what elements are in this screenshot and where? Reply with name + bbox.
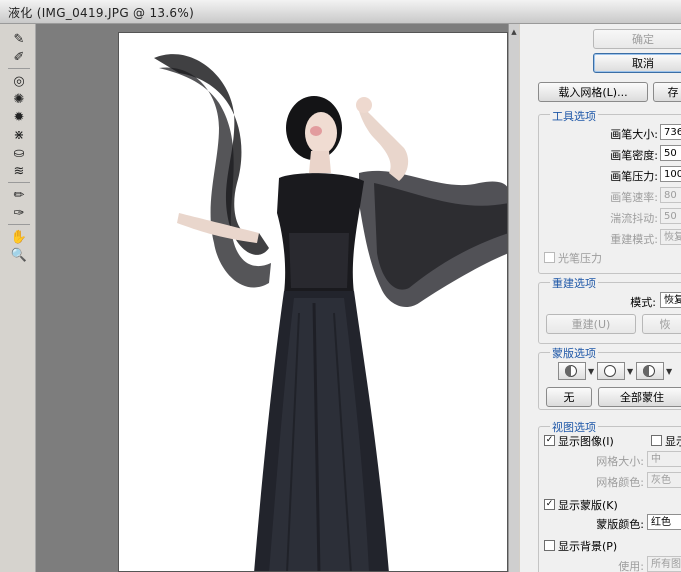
freeze-mask-glyph: ✏	[13, 187, 25, 203]
show-mesh-label: 显示	[665, 435, 681, 448]
raised-arm	[359, 108, 409, 181]
brush-pressure-label: 画笔压力:	[610, 170, 658, 183]
show-mesh-checkbox[interactable]	[651, 435, 662, 446]
reconstruct-mode-select-2[interactable]: 恢复	[660, 292, 681, 308]
freeze-mask-tool-icon[interactable]: ✏	[9, 186, 29, 204]
mask-color-label: 蒙版颜色:	[596, 518, 644, 531]
raised-hand	[356, 97, 372, 113]
show-image-checkbox[interactable]: ✓	[544, 435, 555, 446]
brush-rate-label: 画笔速率:	[610, 191, 658, 204]
turbulence-glyph: ≋	[13, 163, 25, 179]
mesh-color-label: 网格颜色:	[596, 476, 644, 489]
bloat-glyph: ✹	[13, 109, 25, 125]
toolbox: ✎ ✐ ◎ ✺ ✹ ⋇ ⛀ ≋ ✏ ✑ ✋ 🔍	[0, 24, 36, 572]
tool-options-title: 工具选项	[550, 108, 598, 124]
brush-size-input[interactable]: 736	[660, 124, 681, 140]
push-left-tool-icon[interactable]: ⋇	[9, 126, 29, 144]
reconstruct-button[interactable]: 重建(U)	[546, 314, 636, 334]
mask-subtract-button[interactable]	[636, 362, 664, 380]
image-canvas[interactable]	[118, 32, 508, 572]
reconstruct-mode-label-2: 模式:	[630, 296, 656, 309]
ok-button[interactable]: 确定	[593, 29, 681, 49]
use-select[interactable]: 所有图	[647, 556, 681, 572]
twirl-glyph: ◎	[13, 73, 25, 89]
pucker-tool-icon[interactable]: ✺	[9, 90, 29, 108]
zoom-glyph: 🔍	[10, 247, 28, 263]
turbulent-jitter-label: 湍流抖动:	[610, 212, 658, 225]
options-panel: 确定 取消 载入网格(L)... 存 工具选项 画笔大小: 736 画笔密度: …	[520, 24, 681, 572]
mask-subtract-fill	[643, 365, 649, 377]
mesh-color-select[interactable]: 灰色	[647, 472, 681, 488]
preview-area[interactable]	[36, 24, 519, 572]
reconstruct-options-title: 重建选项	[550, 275, 598, 291]
turbulence-tool-icon[interactable]: ≋	[9, 162, 29, 180]
toolbox-separator	[8, 68, 30, 69]
reconstruct-mode-label: 重建模式:	[610, 233, 658, 246]
face-makeup	[310, 126, 322, 136]
reconstruct-glyph: ✐	[13, 49, 25, 65]
twirl-clockwise-tool-icon[interactable]: ◎	[9, 72, 29, 90]
toolbox-separator	[8, 182, 30, 183]
bloat-tool-icon[interactable]: ✹	[9, 108, 29, 126]
mask-none-button[interactable]: 无	[546, 387, 592, 407]
stylus-pressure-label: 光笔压力	[558, 252, 602, 265]
mask-replace-button[interactable]	[558, 362, 586, 380]
toolbox-separator	[8, 224, 30, 225]
thaw-mask-tool-icon[interactable]: ✑	[9, 204, 29, 222]
hand-tool-icon[interactable]: ✋	[9, 228, 29, 246]
turbulent-jitter-input[interactable]: 50	[660, 208, 681, 224]
zoom-tool-icon[interactable]: 🔍	[9, 246, 29, 264]
mask-options-title: 蒙版选项	[550, 345, 598, 361]
mask-replace-fill	[565, 365, 571, 377]
title-bar: 液化 (IMG_0419.JPG @ 13.6%)	[0, 0, 681, 24]
brush-pressure-input[interactable]: 100	[660, 166, 681, 182]
mask-subtract-dropdown-icon[interactable]: ▼	[666, 367, 672, 376]
thaw-mask-glyph: ✑	[13, 205, 25, 221]
dancer-photo[interactable]	[119, 33, 508, 572]
cancel-button[interactable]: 取消	[593, 53, 681, 73]
scroll-up-arrow-icon[interactable]: ▲	[510, 28, 518, 36]
brush-density-label: 画笔密度:	[610, 149, 658, 162]
brush-size-label: 画笔大小:	[610, 128, 658, 141]
lace-pattern	[289, 233, 349, 288]
load-mesh-button[interactable]: 载入网格(L)...	[538, 82, 648, 102]
save-mesh-button[interactable]: 存	[653, 82, 681, 102]
mesh-size-select[interactable]: 中	[647, 451, 681, 467]
forward-warp-glyph: ✎	[13, 31, 25, 47]
pucker-glyph: ✺	[13, 91, 25, 107]
hand-glyph: ✋	[10, 229, 28, 245]
show-mask-checkbox[interactable]: ✓	[544, 499, 555, 510]
window-title: 液化 (IMG_0419.JPG @ 13.6%)	[8, 6, 195, 20]
mask-color-select[interactable]: 红色	[647, 514, 681, 530]
neck	[309, 151, 331, 173]
show-image-label: 显示图像(I)	[558, 435, 614, 448]
show-backdrop-label: 显示背景(P)	[558, 540, 618, 553]
use-label: 使用:	[618, 560, 644, 572]
mask-add-button[interactable]	[597, 362, 625, 380]
mask-replace-dropdown-icon[interactable]: ▼	[588, 367, 594, 376]
reconstruct-tool-icon[interactable]: ✐	[9, 48, 29, 66]
push-left-glyph: ⋇	[13, 127, 25, 143]
mask-all-button[interactable]: 全部蒙住	[598, 387, 681, 407]
restore-all-button[interactable]: 恢	[642, 314, 681, 334]
brush-density-input[interactable]: 50	[660, 145, 681, 161]
forward-warp-tool-icon[interactable]: ✎	[9, 30, 29, 48]
show-backdrop-checkbox[interactable]	[544, 540, 555, 551]
brush-rate-input[interactable]: 80	[660, 187, 681, 203]
stylus-pressure-checkbox[interactable]	[544, 252, 555, 263]
mask-add-dropdown-icon[interactable]: ▼	[627, 367, 633, 376]
mesh-size-label: 网格大小:	[596, 455, 644, 468]
mirror-tool-icon[interactable]: ⛀	[9, 144, 29, 162]
mirror-glyph: ⛀	[13, 145, 25, 161]
reconstruct-mode-select[interactable]: 恢复	[660, 229, 681, 245]
canvas-scrollbar[interactable]: ▲	[508, 24, 519, 572]
mask-add-icon	[604, 365, 616, 377]
show-mask-label: 显示蒙版(K)	[558, 499, 618, 512]
